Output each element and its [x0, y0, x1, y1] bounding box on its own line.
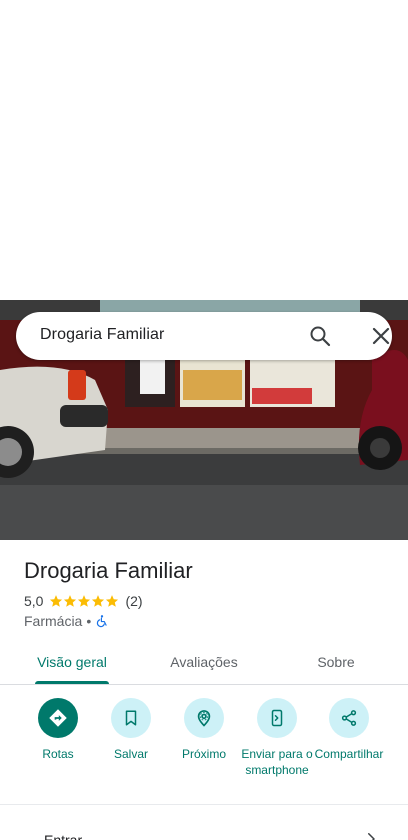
blank-area	[0, 0, 408, 300]
nearby-icon	[184, 698, 224, 738]
send-to-phone-label: Enviar para o smartphone	[241, 747, 313, 777]
tab-overview[interactable]: Visão geral	[20, 640, 124, 684]
info-row[interactable]: Entrar	[0, 820, 408, 840]
directions-label: Rotas	[42, 747, 74, 761]
star-icon	[64, 595, 77, 607]
tab-reviews[interactable]: Avaliações	[152, 640, 256, 684]
review-count[interactable]: (2)	[125, 593, 142, 609]
share-icon	[329, 698, 369, 738]
active-tab-indicator	[35, 681, 109, 684]
star-icon	[92, 595, 105, 607]
nearby-button[interactable]: Próximo	[164, 698, 244, 762]
tab-bar: Visão geral Avaliações Sobre	[0, 640, 408, 685]
directions-icon	[38, 698, 78, 738]
info-row-label: Entrar	[44, 832, 83, 840]
search-bar[interactable]: Drogaria Familiar	[16, 312, 392, 360]
separator-dot: •	[86, 613, 92, 629]
send-to-phone-button[interactable]: Enviar para o smartphone	[237, 698, 317, 778]
category-row: Farmácia •	[24, 612, 109, 630]
search-icon[interactable]	[308, 324, 332, 348]
close-icon[interactable]	[369, 324, 393, 348]
star-icon	[78, 595, 91, 607]
rating-row[interactable]: 5,0 (2)	[24, 592, 143, 610]
wheelchair-icon	[97, 615, 107, 628]
action-buttons: Rotas Salvar Próximo Enviar para o smart…	[0, 698, 408, 804]
send-to-phone-icon	[257, 698, 297, 738]
save-label: Salvar	[113, 747, 148, 761]
search-input[interactable]: Drogaria Familiar	[40, 326, 164, 344]
share-button[interactable]: Compartilhar	[309, 698, 389, 762]
save-button[interactable]: Salvar	[91, 698, 171, 762]
place-title: Drogaria Familiar	[24, 558, 193, 583]
place-category: Farmácia	[24, 613, 83, 629]
bookmark-icon	[111, 698, 151, 738]
tab-about[interactable]: Sobre	[284, 640, 388, 684]
nearby-label: Próximo	[181, 747, 226, 761]
section-divider	[0, 804, 408, 805]
star-icon	[50, 595, 63, 607]
rating-stars	[49, 594, 119, 608]
directions-button[interactable]: Rotas	[18, 698, 98, 762]
star-icon	[106, 595, 119, 607]
rating-value: 5,0	[24, 593, 44, 609]
chevron-right-icon	[368, 833, 375, 840]
share-label: Compartilhar	[314, 747, 384, 761]
